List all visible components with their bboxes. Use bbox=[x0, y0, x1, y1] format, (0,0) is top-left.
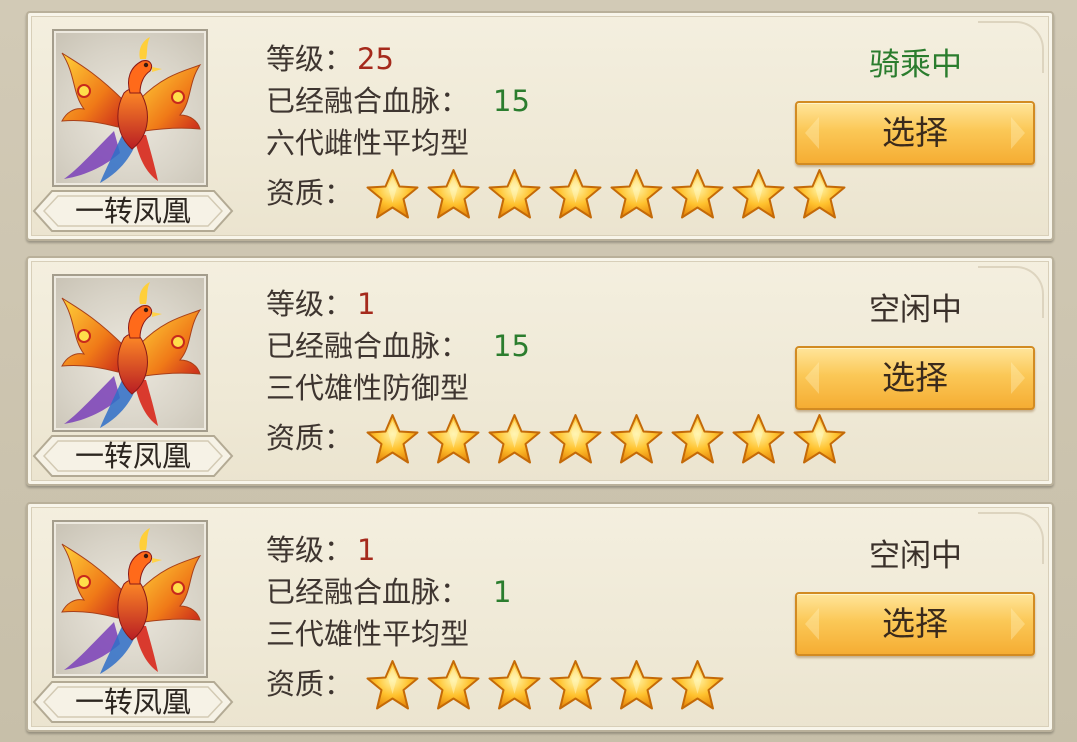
quality-stars bbox=[364, 412, 848, 468]
star-icon bbox=[488, 414, 541, 464]
star-icon bbox=[366, 169, 419, 219]
mount-name: 一转凤凰 bbox=[74, 439, 191, 473]
mount-card: 一转凤凰 等级： 1 已经融合血脉： 15 三代雄性防御型 资质： 空闲中 选择 bbox=[26, 256, 1054, 486]
level-label: 等级： bbox=[266, 533, 354, 567]
level-value: 1 bbox=[357, 533, 376, 567]
quality-label: 资质： bbox=[266, 176, 354, 210]
name-plate: 一转凤凰 bbox=[30, 432, 236, 480]
star-icon bbox=[366, 660, 419, 710]
status-text: 骑乘中 bbox=[869, 47, 962, 83]
quality-label: 资质： bbox=[266, 421, 354, 455]
star-icon bbox=[793, 169, 846, 219]
quality-stars bbox=[364, 658, 726, 714]
star-icon bbox=[488, 169, 541, 219]
mount-name: 一转凤凰 bbox=[74, 194, 191, 228]
mount-list: 一转凤凰 等级： 25 已经融合血脉： 15 六代雌性平均型 资质： 骑乘中 选择 … bbox=[0, 0, 1077, 742]
mount-name: 一转凤凰 bbox=[74, 685, 191, 719]
star-icon bbox=[732, 169, 785, 219]
quality-label: 资质： bbox=[266, 667, 354, 701]
level-row: 等级： 1 bbox=[266, 532, 375, 568]
mount-type: 三代雄性防御型 bbox=[266, 371, 470, 405]
blood-row: 已经融合血脉： 15 bbox=[266, 328, 530, 364]
star-icon bbox=[732, 414, 785, 464]
star-icon bbox=[610, 414, 663, 464]
star-icon bbox=[610, 169, 663, 219]
blood-label: 已经融合血脉： bbox=[266, 84, 470, 118]
star-icon bbox=[671, 660, 724, 710]
select-button[interactable]: 选择 bbox=[795, 592, 1035, 656]
level-value: 1 bbox=[357, 287, 376, 321]
phoenix-art bbox=[61, 282, 202, 428]
star-icon bbox=[549, 414, 602, 464]
star-icon bbox=[671, 414, 724, 464]
mount-card: 一转凤凰 等级： 1 已经融合血脉： 1 三代雄性平均型 资质： 空闲中 选择 bbox=[26, 502, 1054, 732]
star-icon bbox=[366, 414, 419, 464]
star-icon bbox=[427, 660, 480, 710]
blood-value: 1 bbox=[493, 575, 512, 609]
corner-ornament bbox=[978, 512, 1044, 564]
phoenix-icon[interactable] bbox=[52, 520, 208, 678]
corner-ornament bbox=[978, 266, 1044, 318]
star-icon bbox=[488, 660, 541, 710]
quality-stars bbox=[364, 167, 848, 223]
select-button[interactable]: 选择 bbox=[795, 101, 1035, 165]
name-plate: 一转凤凰 bbox=[30, 678, 236, 726]
mount-type: 三代雄性平均型 bbox=[266, 617, 470, 651]
blood-value: 15 bbox=[493, 329, 530, 363]
star-icon bbox=[549, 169, 602, 219]
mount-card: 一转凤凰 等级： 25 已经融合血脉： 15 六代雌性平均型 资质： 骑乘中 选择 bbox=[26, 11, 1054, 241]
level-label: 等级： bbox=[266, 42, 354, 76]
phoenix-art bbox=[61, 37, 202, 183]
star-icon bbox=[427, 169, 480, 219]
star-icon bbox=[793, 414, 846, 464]
status-text: 空闲中 bbox=[869, 538, 962, 574]
blood-row: 已经融合血脉： 1 bbox=[266, 574, 511, 610]
name-plate: 一转凤凰 bbox=[30, 187, 236, 235]
star-icon bbox=[610, 660, 663, 710]
level-row: 等级： 25 bbox=[266, 41, 394, 77]
mount-type: 六代雌性平均型 bbox=[266, 126, 470, 160]
select-button[interactable]: 选择 bbox=[795, 346, 1035, 410]
blood-value: 15 bbox=[493, 84, 530, 118]
phoenix-icon[interactable] bbox=[52, 29, 208, 187]
corner-ornament bbox=[978, 21, 1044, 73]
blood-label: 已经融合血脉： bbox=[266, 329, 470, 363]
blood-label: 已经融合血脉： bbox=[266, 575, 470, 609]
star-icon bbox=[549, 660, 602, 710]
phoenix-art bbox=[61, 528, 202, 674]
level-label: 等级： bbox=[266, 287, 354, 321]
phoenix-icon[interactable] bbox=[52, 274, 208, 432]
level-row: 等级： 1 bbox=[266, 286, 375, 322]
status-text: 空闲中 bbox=[869, 292, 962, 328]
star-icon bbox=[427, 414, 480, 464]
star-icon bbox=[671, 169, 724, 219]
blood-row: 已经融合血脉： 15 bbox=[266, 83, 530, 119]
level-value: 25 bbox=[357, 42, 394, 76]
